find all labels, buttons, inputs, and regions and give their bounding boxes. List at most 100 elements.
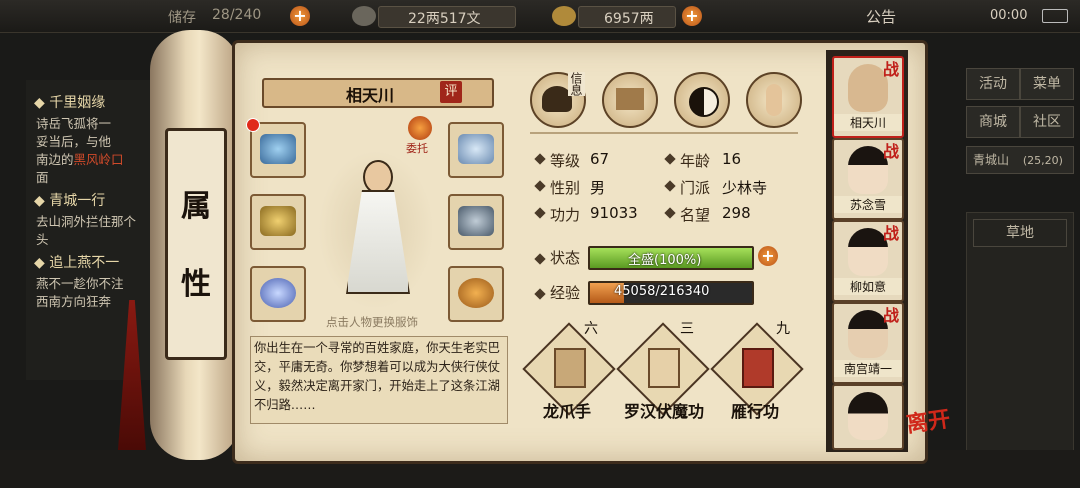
quest-item[interactable]: ◆ 千里姻缘	[34, 92, 105, 112]
equip-slot-ring[interactable]	[250, 266, 306, 322]
inventory-tab[interactable]	[602, 72, 658, 128]
battle-badge: 战	[882, 142, 899, 161]
exp-bar: 45058/216340	[588, 281, 754, 305]
notice-button[interactable]: 公告	[866, 6, 896, 27]
skill-level: 九	[776, 321, 790, 337]
info-tab-label: 信息	[568, 72, 585, 96]
member-name: 柳如意	[834, 278, 902, 295]
equip-slot-helmet[interactable]	[250, 194, 306, 250]
character-name: 相天川	[346, 86, 395, 105]
shop-button[interactable]: 商城	[966, 106, 1020, 138]
leave-button[interactable]: 离开	[904, 401, 952, 439]
status-label: 状态	[550, 249, 581, 267]
silver-amount: 22两517文	[408, 11, 481, 27]
quest-desc: 去山洞外拦住那个	[36, 214, 137, 229]
sect-label: 门派	[680, 179, 711, 197]
change-outfit-hint: 点击人物更换服饰	[326, 315, 418, 329]
gender-label: 性别	[550, 179, 581, 197]
party-member[interactable]	[832, 384, 904, 450]
skill-name: 龙爪手	[542, 402, 591, 421]
red-dot-badge	[246, 118, 260, 132]
quest-text: 南边的	[36, 152, 74, 167]
martial-book-icon	[554, 348, 586, 388]
gold-amount: 6957两	[604, 11, 654, 27]
inventory-scroll-icon	[616, 88, 644, 110]
skill-level: 六	[584, 321, 598, 337]
skill-level: 三	[680, 321, 694, 337]
equip-slot-hat[interactable]	[448, 122, 504, 178]
quest-desc: 燕不一趁你不注	[36, 276, 124, 291]
status-bar: 全盛(100%)	[588, 246, 754, 270]
battle-badge: 战	[882, 60, 899, 79]
yinyang-bagua-icon	[689, 87, 719, 117]
party-member[interactable]: 战 南宫靖一	[832, 302, 904, 384]
skill-name: 雁行功	[730, 402, 779, 421]
entrust-label: 委托	[406, 142, 428, 155]
equip-slot-necklace[interactable]	[448, 266, 504, 322]
quest-desc: 西南方向狂奔	[36, 294, 112, 309]
add-capacity-button[interactable]: +	[290, 6, 310, 26]
hat-icon	[458, 134, 494, 164]
activity-button[interactable]: 活动	[966, 68, 1020, 100]
level-value: 67	[590, 150, 610, 168]
top-resource-bar: 储存 28/240 + 22两517文 6957两 + 公告 00:00	[0, 0, 1080, 33]
equip-slot-armor[interactable]	[448, 194, 504, 250]
party-member[interactable]: 战 柳如意	[832, 220, 904, 302]
meridian-tab[interactable]	[746, 72, 802, 128]
name-banner: 相天川 评	[262, 78, 494, 108]
member-name: 苏念雪	[834, 196, 902, 213]
quest-desc: 面	[36, 170, 49, 185]
sect-value: 少林寺	[722, 179, 768, 197]
location-bar[interactable]: 青城山 (25,20)	[966, 146, 1074, 174]
equip-slot-gloves[interactable]	[250, 122, 306, 178]
terrain-label: 草地	[973, 219, 1067, 247]
fame-value: 298	[722, 204, 751, 222]
quest-desc: 妥当后，与他	[36, 134, 112, 149]
power-value: 91033	[590, 204, 638, 222]
quest-desc: 诗岳飞孤将一	[36, 116, 112, 131]
member-name: 南宫靖一	[834, 360, 902, 377]
bagua-tab[interactable]	[674, 72, 730, 128]
battle-badge: 战	[882, 224, 899, 243]
location-coords: (25,20)	[1022, 154, 1063, 167]
quest-title: 青城一行	[49, 193, 106, 209]
exp-text: 45058/216340	[614, 284, 710, 299]
body-meridian-icon	[766, 84, 782, 116]
menu-button[interactable]: 菜单	[1020, 68, 1074, 100]
quest-location-highlight: 黑风岭口	[73, 152, 124, 167]
divider	[530, 132, 798, 134]
golden-helmet-icon	[260, 206, 296, 236]
fame-label: 名望	[680, 206, 711, 224]
quest-desc: 南边的黑风岭口	[36, 150, 124, 169]
restore-status-button[interactable]: +	[758, 246, 778, 266]
entrust-icon[interactable]	[408, 116, 432, 140]
age-label: 年龄	[680, 152, 711, 170]
avatar	[848, 392, 888, 440]
gloves-icon	[260, 134, 296, 164]
party-member[interactable]: 战 相天川	[832, 56, 904, 138]
quest-title: 千里姻缘	[49, 95, 106, 111]
quest-item[interactable]: ◆ 追上燕不一	[34, 252, 119, 272]
character-head[interactable]	[363, 160, 393, 194]
armor-icon	[458, 206, 494, 236]
party-member[interactable]: 战 苏念雪	[832, 138, 904, 220]
add-gold-button[interactable]: +	[682, 6, 702, 26]
quest-item[interactable]: ◆ 青城一行	[34, 190, 105, 210]
battery-icon	[1042, 9, 1068, 23]
capacity-label: 储存	[168, 10, 196, 26]
gender-value: 男	[590, 179, 606, 197]
ring-icon	[260, 278, 296, 308]
martial-book-icon	[648, 348, 680, 388]
rate-button[interactable]: 评	[440, 81, 462, 103]
character-description: 你出生在一个寻常的百姓家庭，你天生老实巴交，平庸无奇。你梦想着可以成为大侠行侠仗…	[250, 336, 508, 424]
community-button[interactable]: 社区	[1020, 106, 1074, 138]
member-name: 相天川	[834, 114, 902, 131]
scroll-label-char: 属	[181, 189, 211, 224]
status-text: 全盛(100%)	[628, 253, 702, 268]
scroll-label-panel: 属 性	[165, 128, 227, 360]
terrain-panel: 草地	[966, 212, 1074, 454]
exp-label: 经验	[550, 284, 581, 302]
clock-time: 00:00	[990, 8, 1028, 23]
martial-book-icon	[742, 348, 774, 388]
silver-ingot-icon	[352, 6, 376, 26]
